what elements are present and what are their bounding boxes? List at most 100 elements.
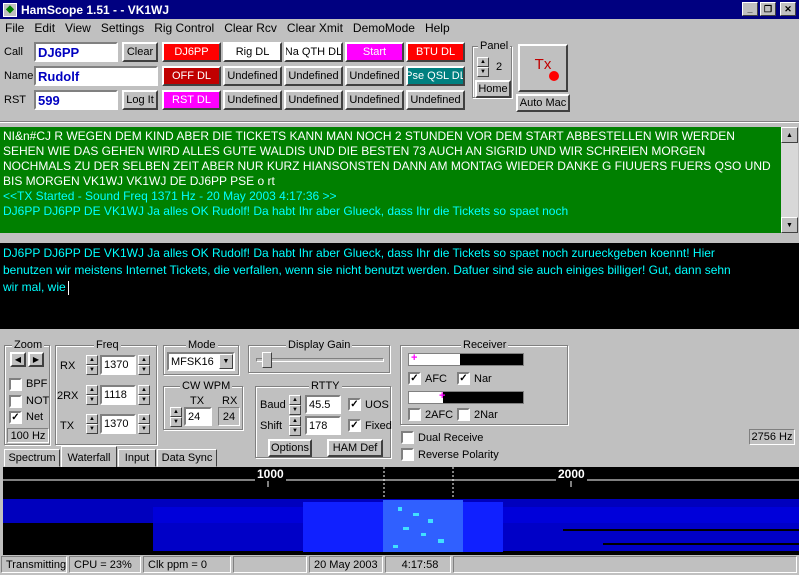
restore-button[interactable]: ❐ xyxy=(760,2,776,16)
freq-2rx-input[interactable]: 1118 xyxy=(100,385,136,405)
signal-trace xyxy=(413,513,419,516)
menu-help[interactable]: Help xyxy=(420,21,455,35)
macro-btu-dl[interactable]: BTU DL xyxy=(406,42,465,62)
afc-checkbox[interactable]: ✓ xyxy=(408,372,421,385)
zoom-left-icon[interactable]: ◀ xyxy=(10,352,26,367)
cw-tx-spinner[interactable]: ▲ ▼ xyxy=(170,407,182,427)
receive-scrollbar[interactable]: ▲ ▼ xyxy=(781,127,798,233)
macro-undefined[interactable]: Undefined xyxy=(406,90,465,110)
signal-trace xyxy=(383,500,463,552)
reverse-polarity-checkbox[interactable] xyxy=(401,448,414,461)
macro-start[interactable]: Start xyxy=(345,42,404,62)
macro-pse-qsl-dl[interactable]: Pse QSL DL xyxy=(406,66,465,86)
menu-clear-xmit[interactable]: Clear Xmit xyxy=(282,21,348,35)
chevron-down-icon[interactable]: ▼ xyxy=(219,354,233,369)
macro-dj6pp[interactable]: DJ6PP xyxy=(162,42,221,62)
clear-button[interactable]: Clear xyxy=(122,42,158,62)
rtty-shift-spinner[interactable]: ▲ ▼ xyxy=(289,416,301,436)
freq-tx-spinner-right[interactable]: ▲ ▼ xyxy=(138,414,150,434)
fixed-checkbox[interactable]: ✓ xyxy=(348,419,361,432)
tab-spectrum[interactable]: Spectrum xyxy=(4,449,60,467)
freq-rx-input[interactable]: 1370 xyxy=(100,355,136,375)
receiver-level-bar-1: + xyxy=(408,352,524,366)
freq-tx-spinner-left[interactable]: ▲ ▼ xyxy=(86,414,98,434)
zoom-right-icon[interactable]: ▶ xyxy=(28,352,44,367)
afc-label: AFC xyxy=(425,373,447,385)
menu-edit[interactable]: Edit xyxy=(29,21,60,35)
nar2-checkbox[interactable] xyxy=(457,408,470,421)
menu-demomode[interactable]: DemoMode xyxy=(348,21,420,35)
macro-undefined[interactable]: Undefined xyxy=(223,66,282,86)
rst-input[interactable]: 599 xyxy=(34,90,118,110)
text-cursor xyxy=(67,280,69,295)
frequency-readout: 2756 Hz xyxy=(749,429,795,445)
display-gain-track[interactable] xyxy=(256,358,384,362)
panel-spinner[interactable]: ▲ ▼ xyxy=(477,57,489,77)
ham-def-button[interactable]: HAM Def xyxy=(327,439,383,457)
macro-undefined[interactable]: Undefined xyxy=(284,90,343,110)
tab-waterfall[interactable]: Waterfall xyxy=(61,446,117,468)
macro-undefined[interactable]: Undefined xyxy=(345,66,404,86)
macro-undefined[interactable]: Undefined xyxy=(284,66,343,86)
menu-rig-control[interactable]: Rig Control xyxy=(149,21,219,35)
macro-na-qth-dl[interactable]: Na QTH DL xyxy=(284,42,343,62)
menu-view[interactable]: View xyxy=(60,21,96,35)
tx-button-label: Tx xyxy=(534,55,552,73)
signal-trace xyxy=(393,545,398,548)
nar-checkbox[interactable]: ✓ xyxy=(457,372,470,385)
home-button[interactable]: Home xyxy=(475,80,511,98)
rtty-shift-input[interactable]: 178 xyxy=(305,416,341,435)
afc-marker-icon: + xyxy=(411,352,418,364)
freq-2rx-spinner-left[interactable]: ▲ ▼ xyxy=(86,385,98,405)
rtty-baud-input[interactable]: 45.5 xyxy=(305,395,341,414)
freq-rx-spinner-left[interactable]: ▲ ▼ xyxy=(86,355,98,375)
afc2-checkbox[interactable] xyxy=(408,408,421,421)
macro-undefined[interactable]: Undefined xyxy=(223,90,282,110)
zoom-bw-readout: 100 Hz xyxy=(7,428,49,443)
signal-trace xyxy=(398,507,402,511)
receive-text-pane[interactable]: NI&n#CJ R WEGEN DEM KIND ABER DIE TICKET… xyxy=(0,127,781,233)
macro-undefined[interactable]: Undefined xyxy=(345,90,404,110)
macro-rst-dl[interactable]: RST DL xyxy=(162,90,221,110)
tx-line: benutzen wir meistens Internet Tickets, … xyxy=(3,263,731,277)
macro-rig-dl[interactable]: Rig DL xyxy=(223,42,282,62)
rtty-options-button[interactable]: Options xyxy=(268,439,312,457)
log-it-button[interactable]: Log It xyxy=(122,90,158,110)
tab-input[interactable]: Input xyxy=(118,449,156,467)
scroll-up-icon[interactable]: ▲ xyxy=(781,127,798,143)
tab-data-sync[interactable]: Data Sync xyxy=(157,449,217,467)
tx-indicator-icon xyxy=(549,70,559,81)
dual-receive-checkbox[interactable] xyxy=(401,431,414,444)
mode-label: Mode xyxy=(186,339,218,351)
name-label: Name xyxy=(4,70,34,82)
auto-mac-button[interactable]: Auto Mac xyxy=(516,94,570,112)
scroll-down-icon[interactable]: ▼ xyxy=(781,217,798,233)
macro-off-dl[interactable]: OFF DL xyxy=(162,66,221,86)
waterfall-display[interactable]: 1000 2000 xyxy=(3,467,799,555)
net-checkbox[interactable]: ✓ xyxy=(9,411,22,424)
bpf-checkbox[interactable] xyxy=(9,378,22,391)
freq-2rx-spinner-right[interactable]: ▲ ▼ xyxy=(138,385,150,405)
cw-rx-label: RX xyxy=(222,395,238,407)
display-gain-slider[interactable] xyxy=(261,352,272,368)
minimize-button[interactable]: _ xyxy=(742,2,758,16)
freq-rx-spinner-right[interactable]: ▲ ▼ xyxy=(138,355,150,375)
signal-trace xyxy=(403,527,409,530)
transmit-text-pane[interactable]: DJ6PP DJ6PP DE VK1WJ Ja alles OK Rudolf!… xyxy=(0,243,799,329)
tx-button[interactable]: Tx xyxy=(518,44,568,92)
rtty-baud-spinner[interactable]: ▲ ▼ xyxy=(289,395,301,415)
uos-checkbox[interactable]: ✓ xyxy=(348,398,361,411)
not-checkbox[interactable] xyxy=(9,395,22,408)
menu-settings[interactable]: Settings xyxy=(96,21,149,35)
menu-clear-rcv[interactable]: Clear Rcv xyxy=(219,21,282,35)
name-input[interactable]: Rudolf xyxy=(34,66,158,86)
call-input[interactable]: DJ6PP xyxy=(34,42,118,62)
freq-tx-input[interactable]: 1370 xyxy=(100,414,136,434)
mode-select[interactable]: MFSK16 ▼ xyxy=(167,352,235,371)
cw-tx-input[interactable]: 24 xyxy=(184,407,212,426)
menu-file[interactable]: File xyxy=(0,21,29,35)
close-button[interactable]: ✕ xyxy=(780,2,796,16)
scroll-track[interactable] xyxy=(781,143,798,217)
rtty-baud-label: Baud xyxy=(260,399,286,411)
rx-line: BIS MORGEN VK1WJ VK1WJ DE DJ6PP PSE o rt xyxy=(3,174,275,188)
